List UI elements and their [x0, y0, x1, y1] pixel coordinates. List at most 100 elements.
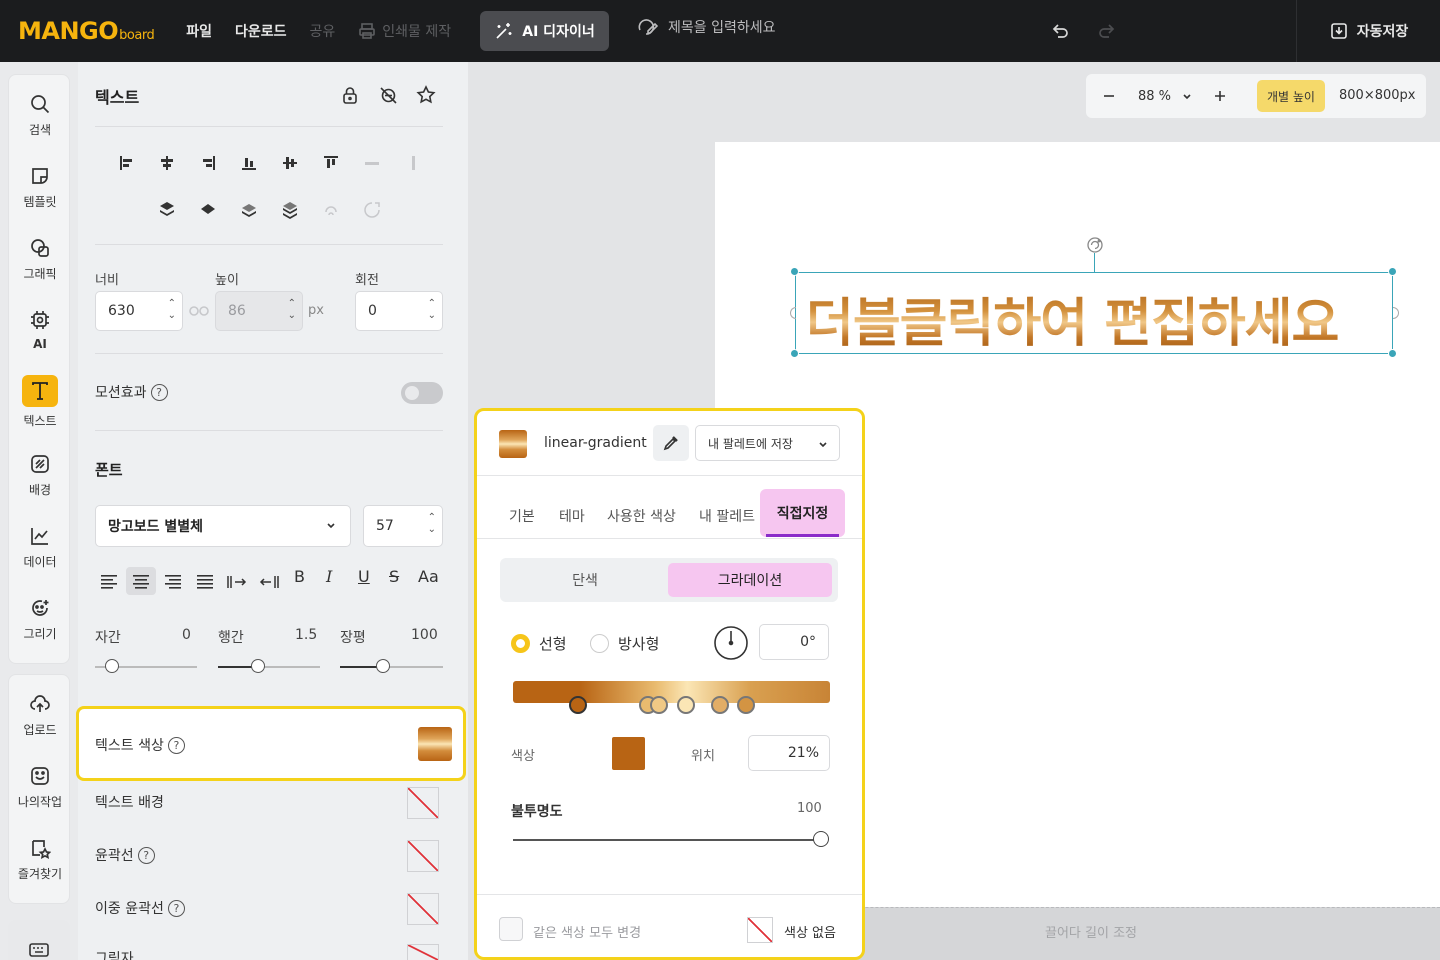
- resize-handle-br[interactable]: [1388, 349, 1397, 358]
- rail-item-graphic[interactable]: 그래픽: [9, 237, 71, 282]
- zoom-value[interactable]: 88 %: [1138, 89, 1171, 104]
- hide-icon[interactable]: [379, 86, 398, 105]
- motion-toggle[interactable]: [401, 382, 443, 404]
- distribute-h-icon[interactable]: [363, 154, 381, 172]
- gradient-stop[interactable]: [569, 696, 587, 714]
- text-align-left-icon[interactable]: [100, 573, 118, 589]
- send-backward-icon[interactable]: [240, 200, 258, 220]
- rotate-stepper[interactable]: ⌃ ⌄: [428, 298, 436, 322]
- autosave-button[interactable]: 자동저장: [1296, 0, 1440, 62]
- font-size-input[interactable]: 57 ⌃ ⌄: [363, 505, 443, 547]
- align-left-icon[interactable]: [118, 154, 136, 172]
- gradient-stop[interactable]: [677, 696, 695, 714]
- letter-spacing-knob[interactable]: [105, 659, 119, 673]
- rail-item-favorites[interactable]: 즐겨찾기: [9, 837, 71, 882]
- width-scale-knob[interactable]: [376, 659, 390, 673]
- tab-custom[interactable]: 직접지정: [760, 489, 845, 537]
- help-icon[interactable]: ?: [167, 736, 185, 754]
- ungroup-icon[interactable]: [363, 200, 381, 220]
- line-height-knob[interactable]: [251, 659, 265, 673]
- italic-button[interactable]: I: [326, 567, 332, 586]
- star-icon[interactable]: [416, 85, 436, 105]
- linear-radio[interactable]: 선형: [511, 633, 567, 654]
- tab-theme[interactable]: 테마: [559, 506, 585, 526]
- angle-dial-icon[interactable]: [713, 625, 749, 661]
- distribute-v-icon[interactable]: [404, 154, 422, 172]
- align-bottom-icon[interactable]: [240, 154, 258, 172]
- no-color-swatch[interactable]: [747, 917, 773, 943]
- eyedropper-button[interactable]: [653, 425, 689, 461]
- solid-option[interactable]: 단색: [500, 558, 670, 602]
- text-justify-icon[interactable]: [196, 573, 214, 589]
- text-color-swatch[interactable]: [418, 727, 452, 761]
- width-input[interactable]: 630 ⌃ ⌄: [95, 291, 183, 331]
- individual-height-button[interactable]: 개별 높이: [1257, 80, 1325, 112]
- rail-item-draw[interactable]: 그리기: [9, 597, 71, 642]
- page-size[interactable]: 800×800px: [1339, 88, 1415, 103]
- width-stepper[interactable]: ⌃ ⌄: [168, 298, 176, 322]
- stop-color-chip[interactable]: [612, 737, 645, 770]
- save-to-palette-select[interactable]: 내 팔레트에 저장: [695, 425, 840, 461]
- help-icon[interactable]: ?: [167, 899, 185, 917]
- rail-item-search[interactable]: 검색: [9, 93, 71, 138]
- help-icon[interactable]: ?: [137, 846, 155, 864]
- tab-my-palette[interactable]: 내 팔레트: [699, 506, 755, 526]
- angle-input[interactable]: 0°: [759, 624, 829, 660]
- rail-item-background[interactable]: 배경: [9, 453, 71, 498]
- shadow-swatch[interactable]: [407, 944, 439, 960]
- print-order-button[interactable]: 인쇄물 제작: [358, 21, 451, 41]
- bold-button[interactable]: B: [294, 567, 305, 586]
- text-background-swatch[interactable]: [407, 787, 439, 819]
- chevron-down-icon[interactable]: [1180, 89, 1194, 103]
- no-color-label[interactable]: 색상 없음: [784, 922, 836, 941]
- rail-item-upload[interactable]: 업로드: [9, 693, 71, 738]
- menu-download[interactable]: 다운로드: [235, 21, 287, 41]
- rail-item-ai[interactable]: AI: [9, 309, 71, 351]
- gradient-option[interactable]: 그라데이션: [668, 563, 832, 597]
- resize-handle-tr[interactable]: [1388, 267, 1397, 276]
- text-align-center-icon[interactable]: [132, 573, 150, 589]
- opacity-slider[interactable]: [513, 839, 823, 841]
- menu-share[interactable]: 공유: [310, 21, 336, 41]
- underline-button[interactable]: U: [358, 567, 370, 586]
- link-ratio-icon[interactable]: [189, 304, 209, 318]
- align-center-h-icon[interactable]: [158, 154, 176, 172]
- align-middle-v-icon[interactable]: [281, 154, 299, 172]
- rail-item-my-work[interactable]: 나의작업: [9, 765, 71, 810]
- canvas-text[interactable]: 더블클릭하여 편집하세요: [806, 281, 1339, 356]
- zoom-out-icon[interactable]: [1102, 89, 1116, 103]
- outline-swatch[interactable]: [407, 840, 439, 872]
- resize-handle-tl[interactable]: [790, 267, 799, 276]
- tab-used-colors[interactable]: 사용한 색상: [607, 506, 676, 526]
- gradient-stop[interactable]: [650, 696, 668, 714]
- lock-icon[interactable]: [341, 86, 359, 104]
- opacity-knob[interactable]: [813, 831, 829, 847]
- bring-to-front-icon[interactable]: [158, 200, 176, 220]
- rail-item-template[interactable]: 템플릿: [9, 165, 71, 210]
- rotate-input[interactable]: 0 ⌃ ⌄: [355, 291, 443, 331]
- double-outline-swatch[interactable]: [407, 893, 439, 925]
- font-family-select[interactable]: 망고보드 별별체: [95, 505, 351, 547]
- zoom-in-icon[interactable]: [1213, 89, 1227, 103]
- strikethrough-button[interactable]: S: [389, 567, 399, 586]
- height-stepper[interactable]: ⌃ ⌄: [288, 298, 296, 322]
- font-size-stepper[interactable]: ⌃ ⌄: [428, 512, 436, 536]
- redo-icon[interactable]: [1097, 21, 1117, 41]
- send-to-back-icon[interactable]: [281, 200, 299, 220]
- align-right-icon[interactable]: [199, 154, 217, 172]
- undo-icon[interactable]: [1050, 21, 1070, 41]
- resize-handle-bl[interactable]: [790, 349, 799, 358]
- help-icon[interactable]: ?: [150, 383, 168, 401]
- text-align-right-icon[interactable]: [164, 573, 182, 589]
- rail-item-text[interactable]: 텍스트: [9, 375, 71, 429]
- group-icon[interactable]: [322, 200, 340, 220]
- rotate-handle-icon[interactable]: [1086, 236, 1104, 254]
- text-color-row[interactable]: 텍스트 색상 ?: [76, 706, 466, 781]
- gradient-bar[interactable]: [513, 681, 830, 703]
- apply-all-checkbox[interactable]: [499, 917, 523, 941]
- ai-designer-button[interactable]: AI 디자이너: [480, 11, 609, 51]
- title-input[interactable]: 제목을 입력하세요: [636, 16, 776, 38]
- menu-file[interactable]: 파일: [186, 21, 212, 41]
- gradient-stop[interactable]: [737, 696, 755, 714]
- mangoboard-logo[interactable]: MANGO board: [18, 17, 155, 45]
